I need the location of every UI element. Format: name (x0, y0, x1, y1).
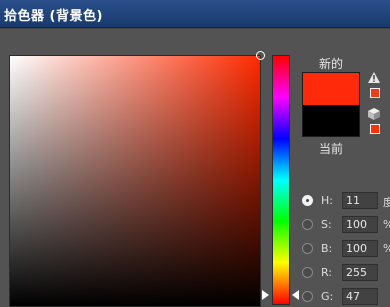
gamut-warning-swatch[interactable] (370, 88, 380, 98)
field-unit-h: 度 (383, 196, 390, 209)
warning-triangle-icon[interactable] (368, 72, 380, 83)
title-bar[interactable]: 拾色器 (背景色) (0, 0, 390, 28)
field-input-g[interactable] (342, 288, 378, 305)
window-title: 拾色器 (背景色) (4, 9, 103, 24)
cube-icon[interactable] (368, 108, 380, 120)
current-color-swatch[interactable] (302, 105, 360, 137)
divider (0, 28, 390, 29)
current-color-label: 当前 (318, 142, 343, 156)
field-label-h: H: (321, 194, 333, 207)
radio-h[interactable] (302, 195, 313, 206)
radio-r[interactable] (302, 267, 313, 278)
field-row-s: S:% (302, 215, 390, 235)
field-input-b[interactable] (342, 240, 378, 257)
field-input-h[interactable] (342, 192, 378, 209)
field-row-h: H: 度 (302, 191, 390, 211)
color-picker-marker[interactable] (256, 51, 265, 60)
field-row-g: G: (302, 287, 390, 307)
new-color-swatch (302, 72, 360, 105)
field-input-r[interactable] (342, 264, 378, 281)
field-unit-b: % (383, 242, 390, 255)
field-input-s[interactable] (342, 216, 378, 233)
radio-g[interactable] (302, 291, 313, 302)
field-label-r: R: (321, 266, 333, 279)
field-label-b: B: (321, 242, 333, 255)
field-label-s: S: (321, 218, 332, 231)
web-safe-swatch[interactable] (370, 124, 380, 134)
new-color-label: 新的 (318, 57, 343, 71)
hue-slider-right-arrow[interactable] (292, 290, 299, 300)
field-unit-s: % (383, 218, 390, 231)
field-row-r: R: (302, 263, 390, 283)
field-label-g: G: (321, 290, 334, 303)
black-gradient (10, 56, 260, 306)
hue-slider-left-arrow[interactable] (262, 290, 269, 300)
hue-slider[interactable] (272, 55, 290, 305)
radio-b[interactable] (302, 243, 313, 254)
saturation-brightness-field[interactable] (9, 51, 265, 307)
field-row-b: B:% (302, 239, 390, 259)
radio-s[interactable] (302, 219, 313, 230)
